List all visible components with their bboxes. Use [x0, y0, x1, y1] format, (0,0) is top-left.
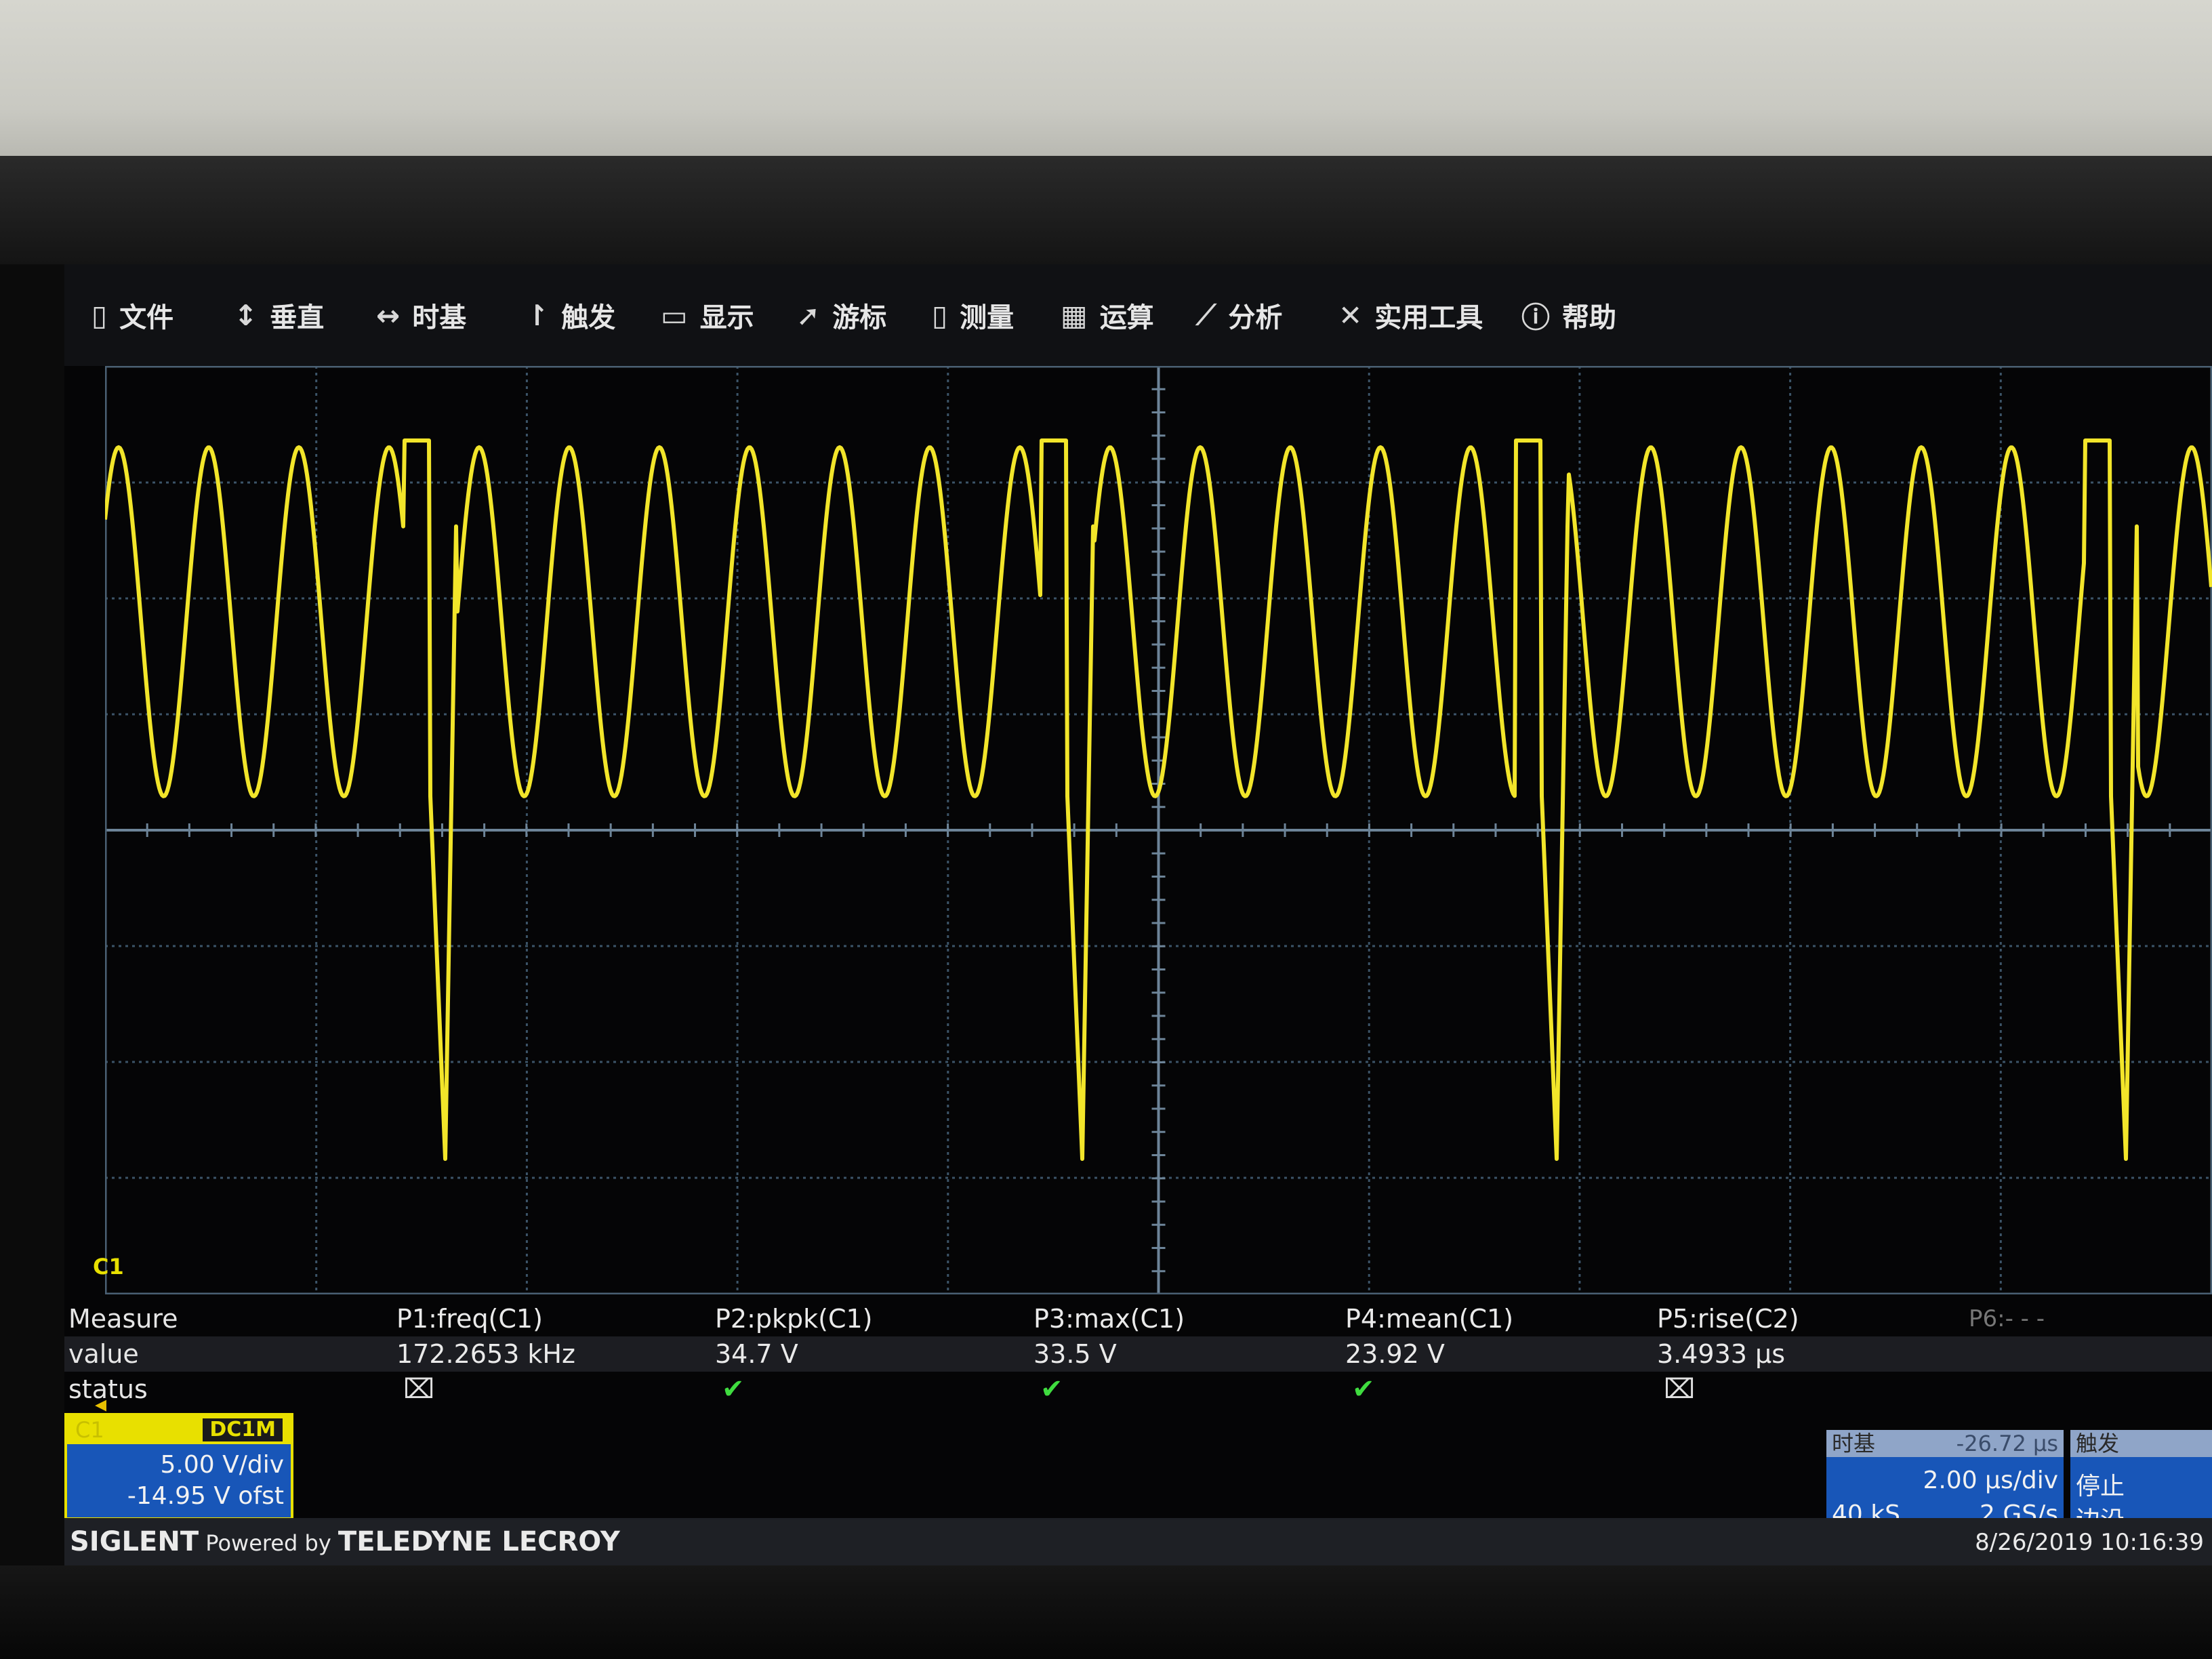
c1-title-bar: C1 DC1M	[67, 1416, 291, 1444]
menu-trigger[interactable]: ↾ 触发	[525, 291, 615, 339]
monitor-bezel-top	[0, 0, 2212, 156]
display-icon: ▭	[661, 298, 688, 332]
c1-channel-box[interactable]: C1 DC1M 5.00 V/div -14.95 V ofst	[64, 1413, 293, 1520]
menu-vertical[interactable]: ↕ 垂直	[234, 291, 324, 339]
p3-value[interactable]: 33.5 V	[1033, 1336, 1117, 1372]
p2-value[interactable]: 34.7 V	[715, 1336, 798, 1372]
menu-label: 帮助	[1562, 302, 1617, 333]
menu-label: 运算	[1099, 302, 1154, 333]
p2-name[interactable]: P2:pkpk(C1)	[715, 1301, 873, 1336]
check-icon[interactable]: ✔	[722, 1372, 745, 1407]
c1-coupling-badge: DC1M	[203, 1418, 283, 1441]
help-icon: ⓘ	[1521, 300, 1551, 334]
trigger-header: 触发	[2070, 1430, 2212, 1457]
measure-label: Measure	[68, 1304, 178, 1334]
timebase-label: 时基	[1832, 1431, 1876, 1456]
menu-analysis[interactable]: ⟋ 分析	[1196, 291, 1282, 339]
c1-offset: -14.95 V ofst	[127, 1482, 284, 1510]
vertical-icon: ↕	[234, 298, 258, 332]
value-label: value	[68, 1339, 139, 1369]
c1-channel-name: C1	[75, 1417, 104, 1443]
horizontal-icon: ↔	[376, 298, 401, 332]
c1-waveform	[105, 438, 2212, 1161]
menu-tools[interactable]: ✕ 实用工具	[1338, 291, 1483, 339]
menu-label: 垂直	[270, 302, 325, 333]
status-label: status	[68, 1374, 148, 1404]
menu-label: 触发	[561, 302, 616, 333]
brand-powered-by: Powered by	[199, 1530, 338, 1556]
timebase-header: 时基 -26.72 µs	[1826, 1430, 2064, 1457]
fail-icon[interactable]: ⌧	[1664, 1372, 1695, 1407]
c1-volts-per-div: 5.00 V/div	[160, 1451, 284, 1479]
menu-math[interactable]: ▦ 运算	[1061, 291, 1154, 339]
brand-teledyne: TELEDYNE LECROY	[337, 1526, 620, 1557]
menu-label: 分析	[1228, 302, 1283, 333]
waveform-display[interactable]: C1 ◂	[93, 366, 2212, 1418]
menu-bar: ▯ 文件 ↕ 垂直 ↔ 时基 ↾ 触发 ▭ 显示 ➚ 游标 ▯ 测量 ▦ 运算 ⟋ 分析 ✕ 实用工具 ⓘ 帮助	[64, 264, 2212, 366]
p3-name[interactable]: P3:max(C1)	[1033, 1301, 1185, 1336]
c1-trace	[105, 438, 2212, 1161]
measure-icon: ▯	[932, 298, 948, 332]
check-icon[interactable]: ✔	[1040, 1372, 1063, 1407]
p1-name[interactable]: P1:freq(C1)	[396, 1301, 543, 1336]
measurement-table: Measure value status P6:- - - P1:freq(C1…	[64, 1301, 2212, 1437]
tools-icon: ✕	[1338, 298, 1363, 332]
measure-value-row: value	[64, 1336, 2212, 1372]
menu-label: 时基	[412, 302, 467, 333]
timebase-delay: -26.72 µs	[1956, 1431, 2058, 1456]
menu-label: 显示	[699, 302, 754, 333]
menu-label: 实用工具	[1374, 302, 1483, 333]
menu-file[interactable]: ▯ 文件	[91, 291, 173, 339]
p6-empty-slot[interactable]: P6:- - -	[1969, 1301, 2045, 1336]
trigger-label: 触发	[2076, 1431, 2120, 1456]
menu-help[interactable]: ⓘ 帮助	[1521, 291, 1616, 339]
brand-logo: SIGLENT Powered by TELEDYNE LECROY	[70, 1526, 620, 1557]
trigger-state: 停止	[2076, 1473, 2125, 1500]
cursor-icon: ➚	[796, 298, 821, 332]
p1-value[interactable]: 172.2653 kHz	[396, 1336, 575, 1372]
p4-value[interactable]: 23.92 V	[1345, 1336, 1445, 1372]
monitor-bezel-bottom	[0, 1565, 2212, 1659]
status-footer: SIGLENT Powered by TELEDYNE LECROY 8/26/…	[64, 1518, 2212, 1565]
oscilloscope-screen: ▯ 文件 ↕ 垂直 ↔ 时基 ↾ 触发 ▭ 显示 ➚ 游标 ▯ 测量 ▦ 运算 ⟋ 分析 ✕ 实用工具 ⓘ 帮助 C1 ◂…	[64, 264, 2212, 1565]
menu-label: 文件	[119, 302, 174, 333]
menu-cursor[interactable]: ➚ 游标	[796, 291, 886, 339]
timebase-time-per-div: 2.00 µs/div	[1923, 1467, 2058, 1494]
fail-icon[interactable]: ⌧	[403, 1372, 434, 1407]
p5-value[interactable]: 3.4933 µs	[1657, 1336, 1785, 1372]
math-icon: ▦	[1061, 298, 1088, 332]
analysis-icon: ⟋	[1196, 298, 1216, 331]
menu-label: 测量	[960, 302, 1015, 333]
p4-name[interactable]: P4:mean(C1)	[1345, 1301, 1513, 1336]
menu-measure[interactable]: ▯ 测量	[932, 291, 1014, 339]
check-icon[interactable]: ✔	[1352, 1372, 1375, 1407]
screen-bezel	[0, 156, 2212, 264]
menu-label: 游标	[832, 302, 887, 333]
p5-name[interactable]: P5:rise(C2)	[1657, 1301, 1799, 1336]
trigger-icon: ↾	[525, 298, 550, 332]
menu-horizontal[interactable]: ↔ 时基	[376, 291, 466, 339]
menu-display[interactable]: ▭ 显示	[661, 291, 754, 339]
date-time: 8/26/2019 10:16:39	[1975, 1529, 2204, 1556]
measure-status-row: status	[64, 1372, 2212, 1407]
brand-siglent: SIGLENT	[70, 1526, 199, 1557]
c1-ground-marker[interactable]: C1	[93, 1254, 124, 1279]
file-icon: ▯	[91, 298, 108, 332]
